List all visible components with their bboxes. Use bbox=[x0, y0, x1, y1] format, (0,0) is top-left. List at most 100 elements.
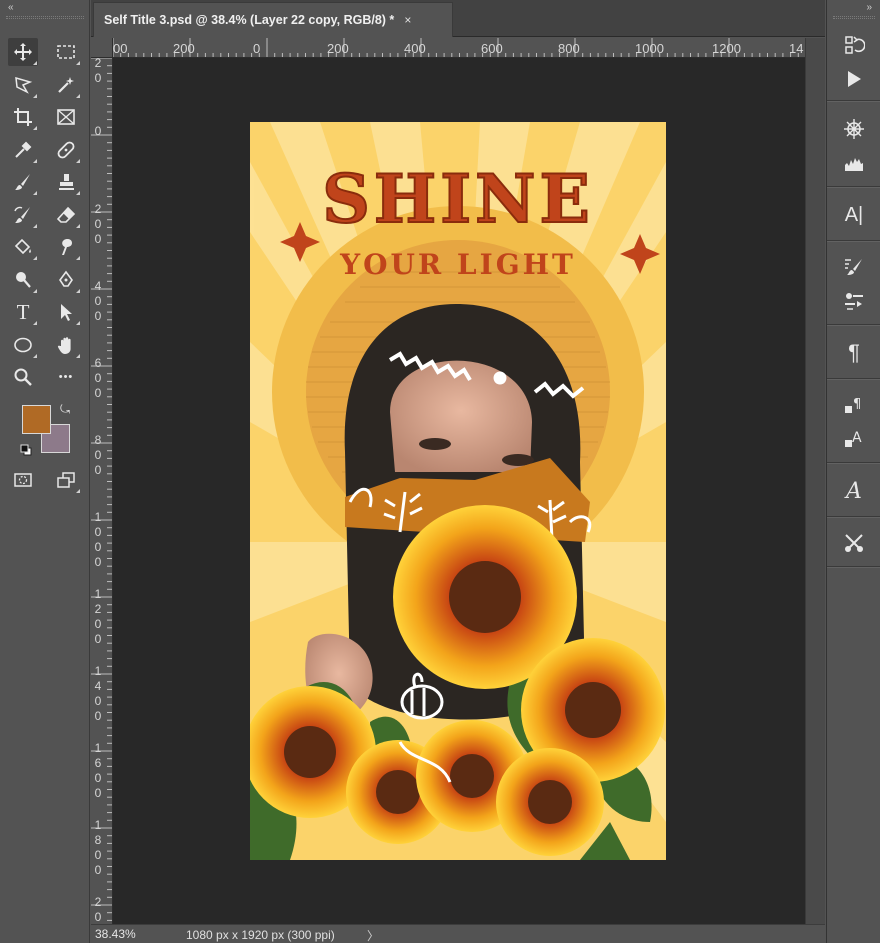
headline-shine: SHINE bbox=[322, 160, 594, 238]
screen-mode-button[interactable] bbox=[51, 466, 81, 494]
ruler-origin[interactable] bbox=[91, 38, 113, 58]
panel-separator bbox=[827, 566, 880, 568]
canvas-area[interactable]: SHINE YOUR LIGHT bbox=[113, 58, 805, 924]
quick-mask-button[interactable] bbox=[8, 466, 38, 494]
glyphs-panel-button[interactable]: A bbox=[837, 476, 871, 506]
histogram-panel-button[interactable] bbox=[837, 148, 871, 178]
paragraph-panel-button[interactable]: ¶ bbox=[837, 338, 871, 368]
panel-separator bbox=[827, 462, 880, 464]
move-tool[interactable] bbox=[8, 38, 38, 66]
panel-dock: » A| ¶ ¶ A A bbox=[826, 0, 880, 943]
ruler-label: 1 6 0 0 bbox=[94, 741, 102, 800]
more-tools[interactable]: ••• bbox=[51, 363, 81, 391]
panel-separator bbox=[827, 240, 880, 242]
ruler-label: 1 4 0 0 bbox=[94, 664, 102, 723]
subheadline-your-light: YOUR LIGHT bbox=[339, 248, 576, 281]
photoshop-window: « T ••• ⤿ Self Title 3.psd @ 38.4% (Laye… bbox=[0, 0, 880, 943]
panel-separator bbox=[827, 324, 880, 326]
document-canvas[interactable]: SHINE YOUR LIGHT bbox=[250, 122, 666, 860]
tool-presets-panel-button[interactable] bbox=[837, 286, 871, 316]
panel-dock-grip[interactable] bbox=[833, 16, 875, 19]
smudge-icon bbox=[62, 239, 72, 255]
toolbar-grip[interactable] bbox=[6, 16, 84, 19]
character-styles-panel-button[interactable]: A bbox=[837, 424, 871, 454]
history-icon bbox=[845, 36, 865, 54]
quick-mask-icon bbox=[14, 473, 32, 487]
navigator-panel-button[interactable] bbox=[837, 114, 871, 144]
panel-separator bbox=[827, 516, 880, 518]
eraser-tool[interactable] bbox=[51, 201, 81, 229]
horizontal-ruler[interactable]: 00 200 0 200 400 600 800 1000 1200 14 bbox=[113, 38, 805, 58]
ruler-label: 0 bbox=[94, 124, 102, 138]
ellipse-tool[interactable] bbox=[8, 331, 38, 359]
marquee-tool[interactable] bbox=[51, 38, 81, 66]
crop-tool[interactable] bbox=[8, 103, 38, 131]
magic-wand-icon bbox=[58, 77, 74, 93]
horizontal-ruler-ticks bbox=[113, 38, 799, 57]
history-brush-tool[interactable] bbox=[8, 201, 38, 229]
actions-panel-button[interactable] bbox=[837, 64, 871, 94]
close-tab-icon[interactable]: × bbox=[404, 13, 411, 27]
dodge-tool[interactable] bbox=[8, 266, 38, 294]
ellipsis-icon: ••• bbox=[58, 371, 74, 383]
dodge-icon bbox=[16, 272, 31, 288]
hand-tool[interactable] bbox=[51, 331, 81, 359]
zoom-level-field[interactable]: 38.43% bbox=[95, 927, 136, 941]
ruler-label: 200 bbox=[173, 41, 195, 56]
vertical-scrollbar[interactable] bbox=[805, 38, 825, 943]
bucket-icon bbox=[14, 238, 31, 255]
ellipse-icon bbox=[14, 337, 32, 353]
frame-tool[interactable] bbox=[51, 103, 81, 131]
ruler-label: 1 8 0 0 bbox=[94, 818, 102, 877]
polygonal-lasso-icon bbox=[15, 76, 33, 94]
paragraph-icon: ¶ bbox=[848, 340, 860, 365]
zoom-icon bbox=[14, 368, 32, 386]
document-tab-bar: Self Title 3.psd @ 38.4% (Layer 22 copy,… bbox=[91, 0, 825, 37]
path-selection-tool[interactable] bbox=[51, 298, 81, 326]
clone-stamp-tool[interactable] bbox=[51, 168, 81, 196]
type-icon: T bbox=[16, 299, 30, 324]
default-colors-icon[interactable] bbox=[20, 444, 32, 456]
character-styles-icon: A bbox=[845, 430, 862, 447]
smudge-tool[interactable] bbox=[51, 233, 81, 261]
history-brush-icon bbox=[14, 206, 30, 223]
ruler-label: 0 bbox=[253, 41, 261, 56]
tool-presets-icon bbox=[845, 293, 863, 310]
status-menu-arrow-icon[interactable]: 〉 bbox=[367, 927, 379, 943]
ruler-label: 2 0 bbox=[94, 58, 102, 85]
magic-wand-tool[interactable] bbox=[51, 71, 81, 99]
character-panel-button[interactable]: A| bbox=[837, 200, 871, 230]
vertical-ruler[interactable]: 2 0 0 2 0 0 4 0 0 6 0 0 8 0 0 1 0 0 0 1 … bbox=[91, 58, 113, 924]
ruler-label: 1 2 0 0 bbox=[94, 587, 102, 646]
document-info: 1080 px x 1920 px (300 ppi) bbox=[186, 928, 335, 942]
brush-tool[interactable] bbox=[8, 168, 38, 196]
eraser-icon bbox=[56, 206, 76, 223]
paint-bucket-tool[interactable] bbox=[8, 233, 38, 261]
healing-brush-tool[interactable] bbox=[51, 136, 81, 164]
tools-panel: « T ••• ⤿ bbox=[0, 0, 90, 943]
ruler-label: 800 bbox=[558, 41, 580, 56]
paragraph-styles-icon: ¶ bbox=[845, 397, 861, 413]
lasso-tool[interactable] bbox=[8, 71, 38, 99]
zoom-tool[interactable] bbox=[8, 363, 38, 391]
foreground-color-swatch[interactable] bbox=[22, 405, 51, 434]
paragraph-styles-panel-button[interactable]: ¶ bbox=[837, 390, 871, 420]
eyedropper-tool[interactable] bbox=[8, 136, 38, 164]
collapse-toolbar-button[interactable]: « bbox=[8, 2, 14, 13]
type-tool[interactable]: T bbox=[8, 298, 38, 326]
document-tab[interactable]: Self Title 3.psd @ 38.4% (Layer 22 copy,… bbox=[93, 2, 453, 37]
glyphs-icon: A bbox=[846, 478, 862, 504]
collapse-panels-button[interactable]: » bbox=[866, 2, 872, 13]
ruler-label: 6 0 0 bbox=[94, 356, 102, 400]
panel-separator bbox=[827, 100, 880, 102]
brush-icon bbox=[15, 174, 30, 190]
bandage-icon bbox=[57, 141, 75, 159]
brush-settings-panel-button[interactable] bbox=[837, 252, 871, 282]
history-panel-button[interactable] bbox=[837, 30, 871, 60]
pen-tool[interactable] bbox=[51, 266, 81, 294]
pen-icon bbox=[59, 270, 73, 287]
properties-panel-button[interactable] bbox=[837, 528, 871, 558]
swap-colors-icon[interactable]: ⤿ bbox=[60, 402, 70, 417]
ruler-label: 1200 bbox=[712, 41, 741, 56]
svg-text:A: A bbox=[852, 430, 862, 446]
